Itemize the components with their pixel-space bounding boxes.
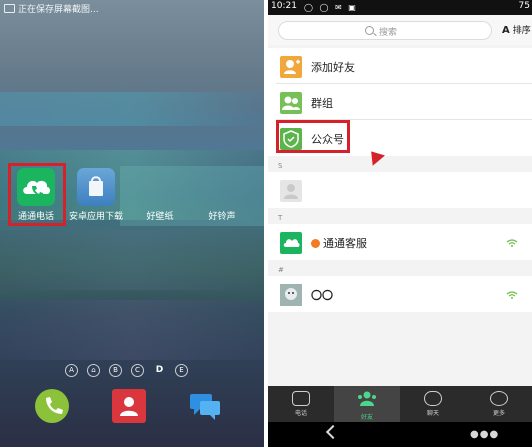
wallpaper-band <box>0 230 264 290</box>
tab-label: 聊天 <box>426 410 439 417</box>
wallpaper-app-icon <box>141 168 179 206</box>
home-screen: 正在保存屏幕截图... 通通电话 安卓应用下载 好壁纸 好铃声 A ⌂ B C … <box>0 0 264 447</box>
index-letter[interactable]: C <box>131 364 144 377</box>
screenshot-icon <box>4 4 15 13</box>
friends-icon <box>358 391 376 406</box>
status-icons: ◯ ◯ ✉ ▣ <box>304 3 358 12</box>
index-letter[interactable]: B <box>109 364 122 377</box>
contact-name: 〇〇 <box>311 289 333 302</box>
search-placeholder: 搜索 <box>379 28 398 38</box>
contact-row[interactable] <box>268 172 532 208</box>
avatar-placeholder-icon <box>280 180 302 202</box>
search-input[interactable]: 搜索 <box>278 21 492 40</box>
dock-phone-button[interactable] <box>35 389 69 423</box>
contact-name: 通通客服 <box>311 235 367 251</box>
index-letter[interactable]: E <box>175 364 188 377</box>
shopping-bag-icon <box>77 168 115 206</box>
dialpad-icon <box>292 391 310 406</box>
highlight-box <box>276 120 350 153</box>
add-friend-icon <box>280 56 302 78</box>
verified-badge-icon <box>311 239 320 248</box>
search-header: 搜索 A 排序 <box>268 15 532 45</box>
index-letter-selected[interactable]: D <box>153 364 166 377</box>
list-item-label: 添加好友 <box>311 61 355 74</box>
back-icon[interactable] <box>325 424 341 440</box>
tab-chat[interactable]: 聊天 <box>400 386 466 422</box>
dock-contacts-button[interactable] <box>112 389 146 423</box>
app-label: 好壁纸 <box>146 212 174 222</box>
screenshot-composite: 正在保存屏幕截图... 通通电话 安卓应用下载 好壁纸 好铃声 A ⌂ B C … <box>0 0 532 447</box>
list-item-label: 群组 <box>311 97 333 110</box>
ringtone-app-icon <box>203 168 241 206</box>
section-header: # <box>278 266 284 274</box>
bottom-tab-bar: 电话 好友 聊天 更多 <box>268 386 532 422</box>
online-signal-icon <box>506 239 518 247</box>
list-item-groups[interactable]: 群组 <box>268 84 532 120</box>
contact-row[interactable]: 通通客服 <box>268 224 532 260</box>
phone-status-bar: 10:21 ◯ ◯ ✉ ▣ 75 <box>268 0 532 15</box>
index-home-icon[interactable]: ⌂ <box>87 364 100 377</box>
chat-icon <box>424 391 442 406</box>
tab-more[interactable]: 更多 <box>466 386 532 422</box>
sort-label: 排序 <box>512 26 531 36</box>
tab-phone[interactable]: 电话 <box>268 386 334 422</box>
section-header: S <box>278 162 283 170</box>
search-icon <box>365 26 374 35</box>
group-icon <box>280 92 302 114</box>
screenshot-status-text: 正在保存屏幕截图... <box>18 5 99 15</box>
tab-label: 电话 <box>294 410 307 417</box>
sort-button[interactable]: A 排序 <box>502 23 531 36</box>
list-item-add-friend[interactable]: 添加好友 <box>268 48 532 84</box>
wallpaper-band <box>0 300 264 360</box>
section-header: T <box>278 214 283 222</box>
index-letter[interactable]: A <box>65 364 78 377</box>
dock-messages-button[interactable] <box>188 389 222 423</box>
battery-level: 75 <box>518 1 530 11</box>
tab-friends[interactable]: 好友 <box>334 386 400 422</box>
online-signal-icon <box>506 291 518 299</box>
person-icon <box>120 397 138 416</box>
highlight-box <box>8 163 66 226</box>
tab-label: 好友 <box>360 414 373 421</box>
app-label: 好铃声 <box>208 212 236 222</box>
home-status-bar: 正在保存屏幕截图... <box>0 0 264 18</box>
contact-row[interactable]: 〇〇 <box>268 276 532 312</box>
phone-icon <box>46 397 63 414</box>
app-wallpaper[interactable]: 好壁纸 <box>130 168 190 222</box>
sort-icon: A <box>502 25 510 36</box>
system-nav-bar: ●●● <box>268 422 532 447</box>
tab-label: 更多 <box>492 410 505 417</box>
app-ringtone[interactable]: 好铃声 <box>192 168 252 222</box>
wallpaper-band <box>0 92 264 126</box>
status-time: 10:21 <box>271 1 297 11</box>
page-index-letters: A ⌂ B C D E <box>63 364 193 378</box>
app-label: 安卓应用下载 <box>68 212 123 222</box>
tongtong-icon <box>280 232 302 254</box>
menu-dots-icon[interactable]: ●●● <box>470 429 499 440</box>
app-android-download[interactable]: 安卓应用下载 <box>66 168 126 222</box>
photo-avatar-icon <box>280 284 302 306</box>
message-bubbles-icon <box>190 394 220 420</box>
friends-screen: 10:21 ◯ ◯ ✉ ▣ 75 搜索 A 排序 添加好友 群组 公众号 S T… <box>268 0 532 447</box>
more-icon <box>490 391 508 406</box>
